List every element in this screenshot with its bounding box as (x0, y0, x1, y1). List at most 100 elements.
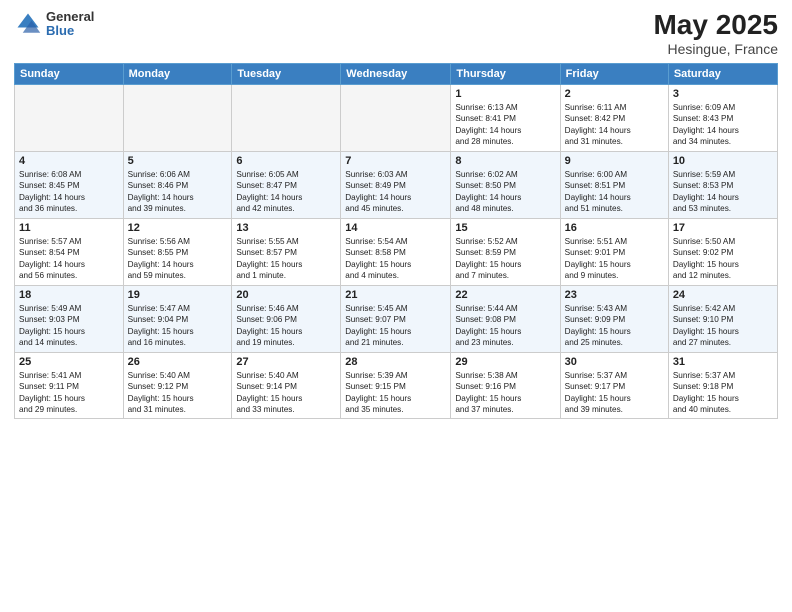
cell-content: Sunrise: 5:49 AM Sunset: 9:03 PM Dayligh… (19, 303, 119, 349)
calendar-cell (232, 84, 341, 151)
calendar-cell: 23 Sunrise: 5:43 AM Sunset: 9:09 PM Dayli… (560, 285, 668, 352)
day-number: 9 (565, 155, 664, 167)
cell-content: Sunrise: 5:50 AM Sunset: 9:02 PM Dayligh… (673, 236, 773, 282)
day-number: 12 (128, 222, 228, 234)
day-number: 30 (565, 356, 664, 368)
day-number: 28 (345, 356, 446, 368)
cell-content: Sunrise: 5:42 AM Sunset: 9:10 PM Dayligh… (673, 303, 773, 349)
day-number: 14 (345, 222, 446, 234)
cell-content: Sunrise: 5:40 AM Sunset: 9:14 PM Dayligh… (236, 370, 336, 416)
logo-blue: Blue (46, 24, 94, 38)
day-number: 5 (128, 155, 228, 167)
week-row-3: 11Sunrise: 5:57 AM Sunset: 8:54 PM Dayli… (15, 218, 778, 285)
main-title: May 2025 (653, 10, 778, 41)
sub-title: Hesingue, France (653, 41, 778, 57)
week-row-2: 4Sunrise: 6:08 AM Sunset: 8:45 PM Daylig… (15, 151, 778, 218)
cell-content: Sunrise: 5:52 AM Sunset: 8:59 PM Dayligh… (455, 236, 555, 282)
calendar-cell: 7Sunrise: 6:03 AM Sunset: 8:49 PM Daylig… (341, 151, 451, 218)
calendar-cell: 4Sunrise: 6:08 AM Sunset: 8:45 PM Daylig… (15, 151, 124, 218)
logo-text: General Blue (46, 10, 94, 39)
calendar-cell: 27 Sunrise: 5:40 AM Sunset: 9:14 PM Dayli… (232, 352, 341, 419)
calendar-cell: 16 Sunrise: 5:51 AM Sunset: 9:01 PM Dayli… (560, 218, 668, 285)
day-number: 19 (128, 289, 228, 301)
calendar-cell: 13 Sunrise: 5:55 AM Sunset: 8:57 PM Dayli… (232, 218, 341, 285)
cell-content: Sunrise: 5:43 AM Sunset: 9:09 PM Dayligh… (565, 303, 664, 349)
calendar: SundayMondayTuesdayWednesdayThursdayFrid… (14, 63, 778, 420)
day-number: 8 (455, 155, 555, 167)
cell-content: Sunrise: 5:38 AM Sunset: 9:16 PM Dayligh… (455, 370, 555, 416)
day-number: 25 (19, 356, 119, 368)
calendar-cell: 31 Sunrise: 5:37 AM Sunset: 9:18 PM Dayli… (668, 352, 777, 419)
cell-content: Sunrise: 6:09 AM Sunset: 8:43 PM Dayligh… (673, 102, 773, 148)
cell-content: Sunrise: 5:41 AM Sunset: 9:11 PM Dayligh… (19, 370, 119, 416)
cell-content: Sunrise: 5:46 AM Sunset: 9:06 PM Dayligh… (236, 303, 336, 349)
day-number: 16 (565, 222, 664, 234)
day-number: 23 (565, 289, 664, 301)
cell-content: Sunrise: 6:00 AM Sunset: 8:51 PM Dayligh… (565, 169, 664, 215)
calendar-cell: 28 Sunrise: 5:39 AM Sunset: 9:15 PM Dayli… (341, 352, 451, 419)
cell-content: Sunrise: 5:54 AM Sunset: 8:58 PM Dayligh… (345, 236, 446, 282)
calendar-cell (15, 84, 124, 151)
calendar-cell: 5Sunrise: 6:06 AM Sunset: 8:46 PM Daylig… (123, 151, 232, 218)
day-number: 27 (236, 356, 336, 368)
logo-icon (14, 10, 42, 38)
calendar-cell: 15 Sunrise: 5:52 AM Sunset: 8:59 PM Dayli… (451, 218, 560, 285)
calendar-cell: 26 Sunrise: 5:40 AM Sunset: 9:12 PM Dayli… (123, 352, 232, 419)
day-number: 31 (673, 356, 773, 368)
cell-content: Sunrise: 5:37 AM Sunset: 9:18 PM Dayligh… (673, 370, 773, 416)
calendar-cell: 18 Sunrise: 5:49 AM Sunset: 9:03 PM Dayli… (15, 285, 124, 352)
day-number: 26 (128, 356, 228, 368)
cell-content: Sunrise: 6:11 AM Sunset: 8:42 PM Dayligh… (565, 102, 664, 148)
day-number: 21 (345, 289, 446, 301)
calendar-cell: 9 Sunrise: 6:00 AM Sunset: 8:51 PM Daylig… (560, 151, 668, 218)
logo-general: General (46, 10, 94, 24)
cell-content: Sunrise: 6:02 AM Sunset: 8:50 PM Dayligh… (455, 169, 555, 215)
calendar-cell: 2 Sunrise: 6:11 AM Sunset: 8:42 PM Daylig… (560, 84, 668, 151)
calendar-cell: 20 Sunrise: 5:46 AM Sunset: 9:06 PM Dayli… (232, 285, 341, 352)
day-number: 18 (19, 289, 119, 301)
calendar-cell: 29Sunrise: 5:38 AM Sunset: 9:16 PM Dayli… (451, 352, 560, 419)
calendar-cell: 25 Sunrise: 5:41 AM Sunset: 9:11 PM Dayli… (15, 352, 124, 419)
cell-content: Sunrise: 6:05 AM Sunset: 8:47 PM Dayligh… (236, 169, 336, 215)
day-header-wednesday: Wednesday (341, 63, 451, 84)
cell-content: Sunrise: 5:51 AM Sunset: 9:01 PM Dayligh… (565, 236, 664, 282)
cell-content: Sunrise: 6:08 AM Sunset: 8:45 PM Dayligh… (19, 169, 119, 215)
calendar-cell: 21Sunrise: 5:45 AM Sunset: 9:07 PM Dayli… (341, 285, 451, 352)
week-row-4: 18 Sunrise: 5:49 AM Sunset: 9:03 PM Dayli… (15, 285, 778, 352)
calendar-cell: 10 Sunrise: 5:59 AM Sunset: 8:53 PM Dayli… (668, 151, 777, 218)
cell-content: Sunrise: 5:44 AM Sunset: 9:08 PM Dayligh… (455, 303, 555, 349)
cell-content: Sunrise: 5:39 AM Sunset: 9:15 PM Dayligh… (345, 370, 446, 416)
day-header-friday: Friday (560, 63, 668, 84)
calendar-cell (123, 84, 232, 151)
calendar-cell: 19 Sunrise: 5:47 AM Sunset: 9:04 PM Dayli… (123, 285, 232, 352)
title-block: May 2025 Hesingue, France (653, 10, 778, 57)
cell-content: Sunrise: 5:55 AM Sunset: 8:57 PM Dayligh… (236, 236, 336, 282)
calendar-cell: 1 Sunrise: 6:13 AM Sunset: 8:41 PM Daylig… (451, 84, 560, 151)
cell-content: Sunrise: 6:13 AM Sunset: 8:41 PM Dayligh… (455, 102, 555, 148)
calendar-cell: 24 Sunrise: 5:42 AM Sunset: 9:10 PM Dayli… (668, 285, 777, 352)
cell-content: Sunrise: 6:03 AM Sunset: 8:49 PM Dayligh… (345, 169, 446, 215)
day-number: 22 (455, 289, 555, 301)
cell-content: Sunrise: 5:47 AM Sunset: 9:04 PM Dayligh… (128, 303, 228, 349)
day-header-sunday: Sunday (15, 63, 124, 84)
day-number: 11 (19, 222, 119, 234)
day-number: 20 (236, 289, 336, 301)
page: General Blue May 2025 Hesingue, France S… (0, 0, 792, 612)
cell-content: Sunrise: 5:40 AM Sunset: 9:12 PM Dayligh… (128, 370, 228, 416)
calendar-cell: 30 Sunrise: 5:37 AM Sunset: 9:17 PM Dayli… (560, 352, 668, 419)
header: General Blue May 2025 Hesingue, France (14, 10, 778, 57)
day-number: 15 (455, 222, 555, 234)
day-number: 1 (455, 88, 555, 100)
cell-content: Sunrise: 5:37 AM Sunset: 9:17 PM Dayligh… (565, 370, 664, 416)
calendar-cell: 22 Sunrise: 5:44 AM Sunset: 9:08 PM Dayli… (451, 285, 560, 352)
day-number: 24 (673, 289, 773, 301)
calendar-cell: 3Sunrise: 6:09 AM Sunset: 8:43 PM Daylig… (668, 84, 777, 151)
logo: General Blue (14, 10, 94, 39)
day-number: 10 (673, 155, 773, 167)
cell-content: Sunrise: 5:56 AM Sunset: 8:55 PM Dayligh… (128, 236, 228, 282)
day-number: 13 (236, 222, 336, 234)
cell-content: Sunrise: 5:59 AM Sunset: 8:53 PM Dayligh… (673, 169, 773, 215)
calendar-cell: 11Sunrise: 5:57 AM Sunset: 8:54 PM Dayli… (15, 218, 124, 285)
calendar-cell: 8 Sunrise: 6:02 AM Sunset: 8:50 PM Daylig… (451, 151, 560, 218)
day-number: 2 (565, 88, 664, 100)
